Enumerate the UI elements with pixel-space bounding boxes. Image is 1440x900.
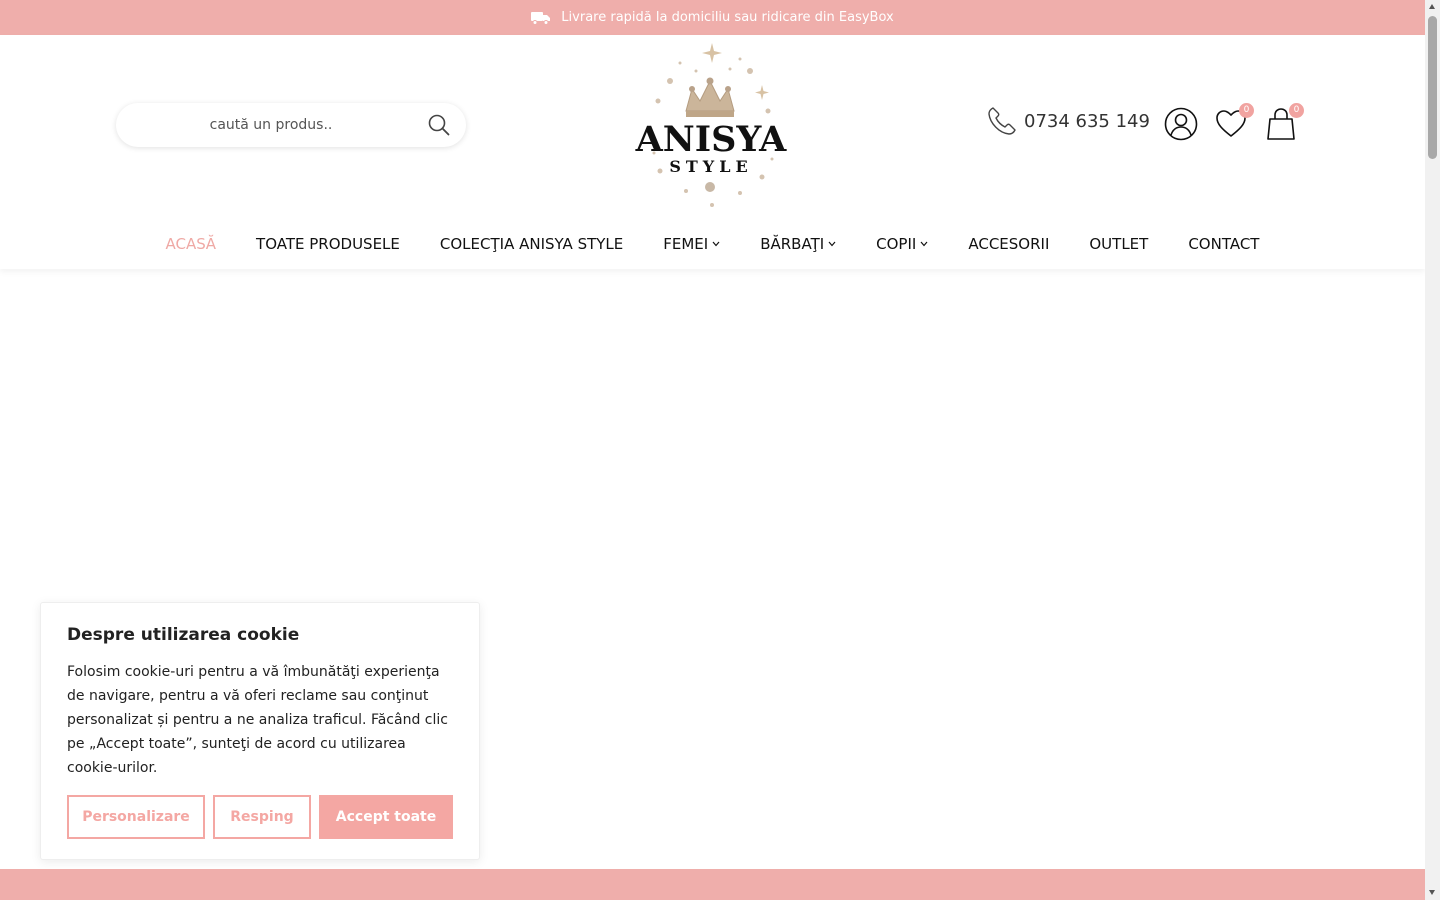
- nav-item-label: BĂRBAŢI: [760, 235, 825, 253]
- phone-contact[interactable]: 0734 635 149: [986, 105, 1150, 137]
- footer-strip: [0, 869, 1425, 900]
- nav-item-label: FEMEI: [663, 235, 709, 253]
- search-input[interactable]: [116, 105, 406, 145]
- nav-item-contact[interactable]: CONTACT: [1188, 235, 1259, 253]
- nav-item-outlet[interactable]: OUTLET: [1089, 235, 1148, 253]
- nav-item-label: COLECŢIA ANISYA STYLE: [439, 235, 624, 253]
- cookie-consent-popup: Despre utilizarea cookie Folosim cookie-…: [40, 602, 480, 860]
- nav-item-label: OUTLET: [1089, 235, 1149, 253]
- cookie-title: Despre utilizarea cookie: [67, 625, 300, 645]
- phone-number: 0734 635 149: [1024, 110, 1150, 132]
- main-navigation: ACASĂ TOATE PRODUSELE COLECŢIA ANISYA ST…: [0, 229, 1425, 259]
- cookie-actions: Personalizare Resping Accept toate: [67, 795, 453, 839]
- account-button[interactable]: [1164, 107, 1198, 141]
- nav-item-label: ACASĂ: [165, 235, 217, 253]
- nav-item-barbati[interactable]: BĂRBAŢI: [760, 235, 836, 253]
- site-logo[interactable]: ANISYA STYLE: [630, 41, 792, 209]
- nav-item-label: ACCESORII: [968, 235, 1050, 253]
- scroll-down-arrow-icon[interactable]: [1429, 890, 1435, 895]
- wishlist-count-badge: 0: [1239, 103, 1254, 118]
- nav-item-femei[interactable]: FEMEI: [663, 235, 720, 253]
- chevron-down-icon: [920, 241, 928, 247]
- scrollbar-thumb[interactable]: [1428, 16, 1437, 159]
- search-box: [116, 103, 466, 147]
- user-icon: [1164, 107, 1198, 141]
- reject-button[interactable]: Resping: [213, 795, 311, 839]
- nav-item-label: TOATE PRODUSELE: [256, 235, 400, 253]
- promo-text: Livrare rapidă la domiciliu sau ridicare…: [561, 10, 894, 25]
- cookie-description: Folosim cookie-uri pentru a vă îmbunătăţ…: [67, 664, 448, 776]
- accept-all-button[interactable]: Accept toate: [319, 795, 453, 839]
- nav-item-acasa[interactable]: ACASĂ: [166, 235, 217, 253]
- cart-button[interactable]: 0: [1264, 103, 1304, 141]
- customize-button[interactable]: Personalizare: [67, 795, 205, 839]
- chevron-down-icon: [712, 241, 720, 247]
- nav-item-copii[interactable]: COPII: [876, 235, 928, 253]
- nav-item-toate-produsele[interactable]: TOATE PRODUSELE: [256, 235, 400, 253]
- nav-item-colectia-anisya-style[interactable]: COLECŢIA ANISYA STYLE: [440, 235, 623, 253]
- truck-icon: [531, 11, 551, 25]
- search-icon[interactable]: [428, 114, 450, 136]
- page-scrollbar[interactable]: [1425, 0, 1440, 900]
- logo-subtitle: STYLE: [669, 157, 753, 176]
- phone-icon: [988, 107, 1016, 135]
- promo-bar: Livrare rapidă la domiciliu sau ridicare…: [0, 0, 1425, 35]
- site-header: ANISYA STYLE 0734 635 149 0: [0, 35, 1425, 269]
- nav-item-accesorii[interactable]: ACCESORII: [968, 235, 1049, 253]
- wishlist-button[interactable]: 0: [1214, 103, 1254, 141]
- scroll-up-arrow-icon[interactable]: [1429, 4, 1435, 9]
- page: Livrare rapidă la domiciliu sau ridicare…: [0, 0, 1440, 900]
- chevron-down-icon: [828, 241, 836, 247]
- nav-item-label: CONTACT: [1188, 235, 1260, 253]
- cart-count-badge: 0: [1289, 103, 1304, 118]
- logo-name: ANISYA: [635, 119, 787, 160]
- nav-item-label: COPII: [876, 235, 917, 253]
